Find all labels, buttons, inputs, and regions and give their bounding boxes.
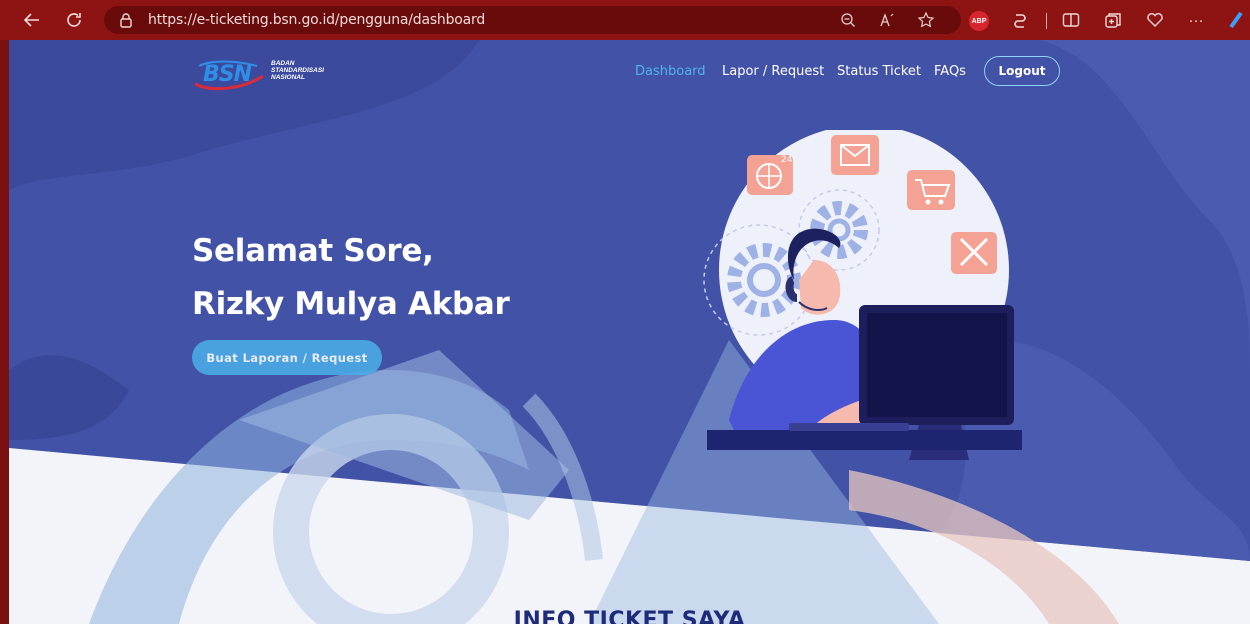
hero-background — [9, 40, 1250, 561]
url-text[interactable]: https://e-ticketing.bsn.go.id/pengguna/d… — [148, 12, 485, 28]
address-bar[interactable]: https://e-ticketing.bsn.go.id/pengguna/d… — [104, 6, 961, 34]
refresh-icon[interactable] — [62, 8, 86, 32]
browser-toolbar: https://e-ticketing.bsn.go.id/pengguna/d… — [0, 0, 1250, 40]
nav-dashboard[interactable]: Dashboard — [635, 64, 706, 79]
adblock-plus-icon[interactable]: ABP — [969, 11, 989, 31]
edge-icon[interactable] — [1224, 8, 1248, 32]
greeting-user-name: Rizky Mulya Akbar — [192, 286, 510, 322]
nav-status-ticket[interactable]: Status Ticket — [837, 64, 921, 79]
svg-text:24: 24 — [781, 155, 793, 165]
toolbar-divider — [1046, 13, 1047, 29]
logo-short: BSN — [203, 62, 252, 87]
browser-essentials-icon[interactable] — [1143, 8, 1167, 32]
more-icon[interactable]: ··· — [1184, 8, 1208, 32]
copilot-icon[interactable] — [1008, 8, 1032, 32]
logo-line-3: NASIONAL — [271, 74, 305, 81]
section-title-info-ticket: INFO TICKET SAYA — [513, 608, 746, 624]
greeting-line-1: Selamat Sore, — [192, 233, 434, 269]
hero-greeting: Selamat Sore, Rizky Mulya Akbar — [192, 225, 510, 331]
favorite-star-icon[interactable] — [916, 10, 936, 30]
customer-support-illustration: 24 — [703, 130, 1022, 460]
nav-faqs[interactable]: FAQs — [934, 64, 966, 79]
lock-icon[interactable] — [118, 12, 134, 28]
logo-full-name: BADAN STANDARDISASI NASIONAL — [271, 60, 351, 81]
back-icon[interactable] — [20, 8, 44, 32]
logout-button[interactable]: Logout — [984, 56, 1060, 86]
logo-line-1: BADAN — [271, 60, 295, 67]
web-page: BSN BADAN STANDARDISASI NASIONAL Dashboa… — [9, 40, 1250, 624]
zoom-out-icon[interactable] — [838, 10, 858, 30]
read-aloud-icon[interactable] — [878, 10, 898, 30]
collections-icon[interactable] — [1101, 8, 1125, 32]
nav-lapor-request[interactable]: Lapor / Request — [722, 64, 824, 79]
logo-line-2: STANDARDISASI — [271, 67, 324, 74]
split-screen-icon[interactable] — [1059, 8, 1083, 32]
create-report-button[interactable]: Buat Laporan / Request — [192, 340, 382, 375]
bsn-logo[interactable]: BSN BADAN STANDARDISASI NASIONAL — [191, 58, 341, 92]
